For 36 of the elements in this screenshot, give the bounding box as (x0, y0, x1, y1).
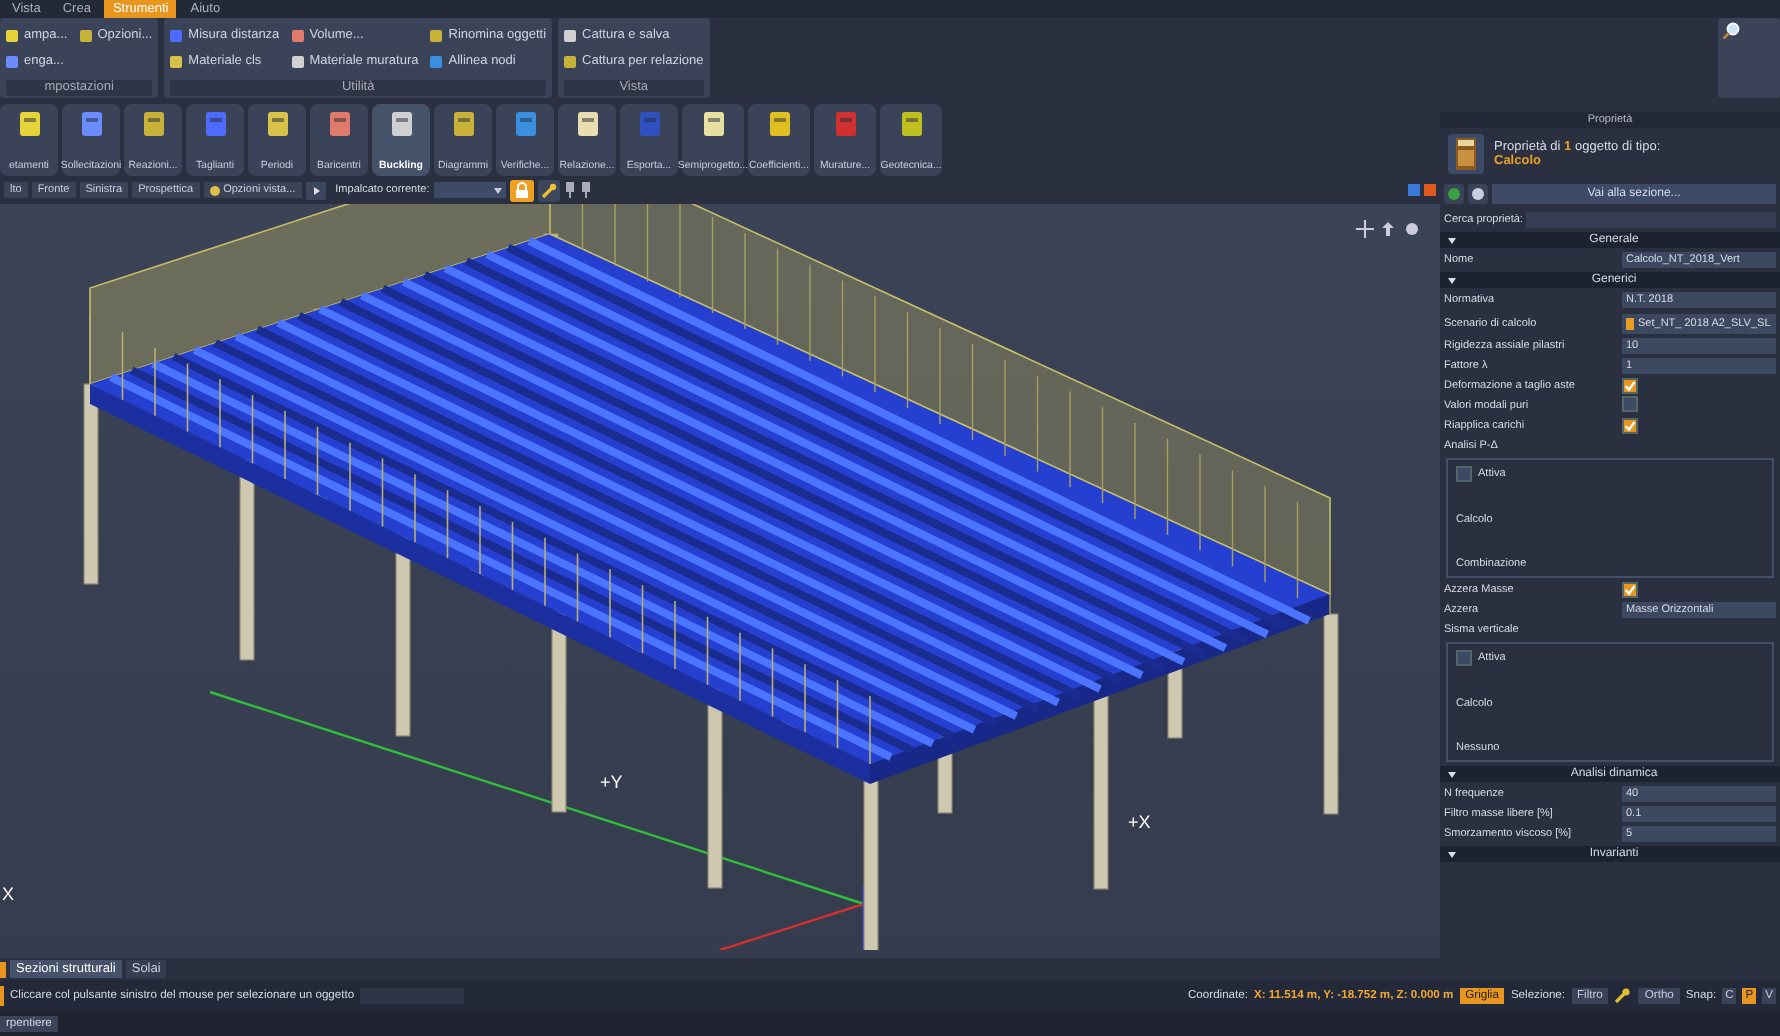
checkbox[interactable] (1456, 650, 1472, 666)
collapse-icon (1448, 237, 1456, 243)
checkbox[interactable] (1622, 417, 1638, 433)
checkbox[interactable] (1622, 581, 1638, 597)
axis-label: X (2, 884, 15, 904)
tool-icon (6, 55, 18, 67)
calculator-icon (1446, 134, 1486, 174)
checkbox[interactable] (1456, 466, 1472, 482)
wrench-icon[interactable] (1614, 986, 1633, 1004)
collapse-icon (1448, 771, 1456, 777)
pin-icon[interactable] (563, 182, 576, 198)
tool-icon (291, 29, 304, 41)
collapse-icon (1448, 851, 1456, 857)
wrench-icon[interactable] (537, 179, 560, 201)
checkbox[interactable] (1622, 377, 1638, 393)
pin-icon[interactable] (579, 182, 592, 198)
3d-viewport[interactable]: +Y +X X (0, 204, 1440, 958)
tool-icon (79, 29, 92, 41)
scenario-icon (1626, 317, 1634, 329)
caret-icon (493, 187, 502, 193)
tool-icon (291, 55, 304, 67)
tool-icon (430, 55, 443, 67)
collapse-icon (1448, 277, 1456, 283)
play-icon[interactable] (305, 181, 326, 199)
checkbox[interactable] (1622, 396, 1638, 412)
search-icon[interactable] (1722, 22, 1740, 40)
tool-icon (170, 29, 183, 41)
navigation-icon[interactable] (1356, 220, 1420, 238)
lock-icon[interactable] (509, 179, 534, 201)
tool-icon (564, 29, 577, 41)
axis-label: +X (1128, 812, 1151, 832)
tool-icon (564, 55, 577, 67)
tool-icon (170, 55, 183, 67)
tool-icon (430, 29, 443, 41)
axis-label: +Y (600, 772, 623, 792)
tool-icon (6, 29, 18, 41)
